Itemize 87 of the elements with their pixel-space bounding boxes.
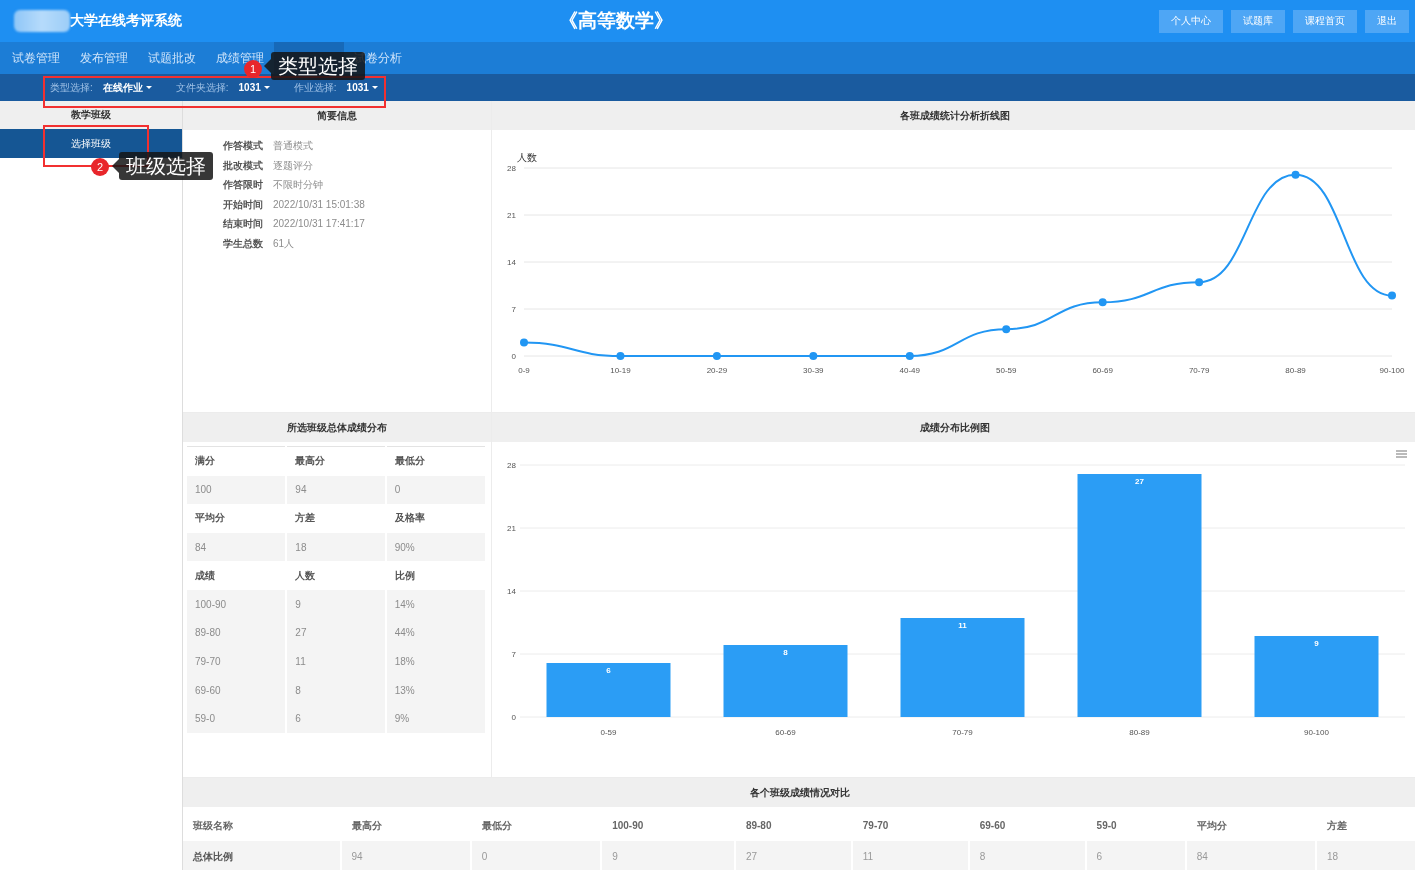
axis-tick-label: 60-69 bbox=[1092, 366, 1113, 375]
data-label: 6 bbox=[606, 666, 611, 675]
axis-tick-label: 80-89 bbox=[1285, 366, 1306, 375]
table-cell: 100-90 bbox=[187, 589, 287, 619]
axis-tick-label: 90-100 bbox=[1304, 728, 1329, 737]
system-name: 大学在线考评系统 bbox=[70, 12, 182, 30]
field-value: 2022/10/31 15:01:38 bbox=[273, 197, 365, 212]
axis-tick-label: 10-19 bbox=[610, 366, 631, 375]
table-cell: 69-60 bbox=[187, 675, 287, 705]
axis-tick-label: 28 bbox=[507, 461, 516, 470]
filter-label: 作业选择: bbox=[293, 80, 337, 95]
axis-tick-label: 30-39 bbox=[803, 366, 824, 375]
field-label: 开始时间 bbox=[223, 197, 263, 212]
table-cell: 9% bbox=[385, 704, 486, 733]
table-cell: 27 bbox=[734, 841, 852, 870]
field-value: 逐题评分 bbox=[273, 158, 313, 173]
table-cell: 100 bbox=[187, 475, 287, 505]
data-label: 8 bbox=[783, 648, 788, 657]
table-cell: 18% bbox=[385, 647, 486, 676]
axis-tick-label: 14 bbox=[507, 587, 516, 596]
data-label: 11 bbox=[958, 621, 967, 630]
table-cell: 84 bbox=[187, 532, 287, 562]
axis-tick-label: 70-79 bbox=[1188, 366, 1210, 375]
table-cell: 79-70 bbox=[187, 647, 287, 676]
axis-tick-label: 0 bbox=[511, 713, 516, 722]
table-cell: 44% bbox=[385, 618, 486, 648]
panel-title: 所选班级总体成绩分布 bbox=[183, 413, 491, 442]
table-cell: 6 bbox=[1085, 841, 1186, 870]
field-value: 不限时分钟 bbox=[273, 178, 323, 192]
field-label: 学生总数 bbox=[223, 236, 263, 251]
axis-tick-label: 7 bbox=[511, 650, 516, 659]
table-cell: 89-80 bbox=[187, 618, 287, 648]
table-cell: 9 bbox=[601, 841, 735, 870]
table-cell: 14% bbox=[385, 589, 486, 619]
panel-title: 简要信息 bbox=[183, 101, 491, 130]
axis-tick-label: 21 bbox=[507, 211, 516, 220]
table-cell: 11 bbox=[851, 841, 969, 870]
data-label: 27 bbox=[1135, 477, 1144, 486]
axis-tick-label: 20-29 bbox=[706, 366, 728, 375]
field-label: 结束时间 bbox=[223, 217, 263, 231]
table-cell: 90% bbox=[385, 532, 486, 562]
table-cell: 8 bbox=[286, 675, 386, 705]
callout-tooltip: 班级选择 bbox=[112, 152, 213, 180]
table-cell: 94 bbox=[286, 475, 386, 505]
table-cell: 18 bbox=[1315, 841, 1415, 870]
axis-tick-label: 90-100 bbox=[1379, 366, 1405, 375]
axis-tick-label: 60-69 bbox=[775, 728, 796, 737]
axis-tick-label: 21 bbox=[507, 524, 516, 533]
filter-label: 类型选择: bbox=[50, 80, 93, 95]
panel-title: 各个班级成绩情况对比 bbox=[183, 778, 1415, 807]
axis-tick-label: 0 bbox=[511, 352, 516, 361]
axis-tick-label: 14 bbox=[507, 258, 516, 267]
table-cell: 总体比例 bbox=[183, 841, 341, 870]
field-value: 2022/10/31 17:41:17 bbox=[273, 217, 365, 231]
axis-tick-label: 7 bbox=[511, 305, 516, 314]
step-number: 2 bbox=[91, 158, 109, 176]
axis-tick-label: 28 bbox=[507, 164, 516, 173]
axis-tick-label: 80-89 bbox=[1129, 728, 1150, 737]
axis-tick-label: 50-59 bbox=[996, 366, 1017, 375]
filter-label: 文件夹选择: bbox=[175, 80, 229, 95]
sidebar-title: 教学班级 bbox=[0, 101, 182, 129]
table-cell: 0 bbox=[470, 841, 602, 870]
table-cell: 84 bbox=[1185, 841, 1316, 870]
data-label: 9 bbox=[1314, 639, 1319, 648]
axis-tick-label: 0-9 bbox=[518, 366, 530, 375]
table-cell: 9 bbox=[286, 589, 386, 619]
course-title: 《高等数学》 bbox=[557, 9, 674, 33]
table-cell: 0 bbox=[385, 475, 486, 505]
field-label: 作答限时 bbox=[223, 178, 263, 192]
table-cell: 27 bbox=[286, 618, 386, 648]
panel-title: 各班成绩统计分析折线图 bbox=[492, 101, 1415, 130]
field-value: 普通模式 bbox=[273, 139, 313, 153]
field-label: 批改模式 bbox=[223, 158, 263, 173]
field-label: 作答模式 bbox=[223, 139, 263, 153]
axis-tick-label: 40-49 bbox=[899, 366, 920, 375]
table-cell: 59-0 bbox=[187, 704, 287, 733]
table-cell: 94 bbox=[340, 841, 471, 870]
axis-tick-label: 70-79 bbox=[952, 728, 973, 737]
table-cell: 6 bbox=[286, 704, 386, 733]
axis-label: 人数 bbox=[517, 152, 537, 163]
table-cell: 8 bbox=[968, 841, 1086, 870]
table-cell: 18 bbox=[286, 532, 386, 562]
table-cell: 13% bbox=[385, 675, 486, 705]
field-value: 61人 bbox=[273, 236, 295, 251]
axis-tick-label: 0-59 bbox=[600, 728, 617, 737]
panel-title: 成绩分布比例图 bbox=[492, 413, 1415, 442]
table-cell: 11 bbox=[286, 647, 386, 676]
